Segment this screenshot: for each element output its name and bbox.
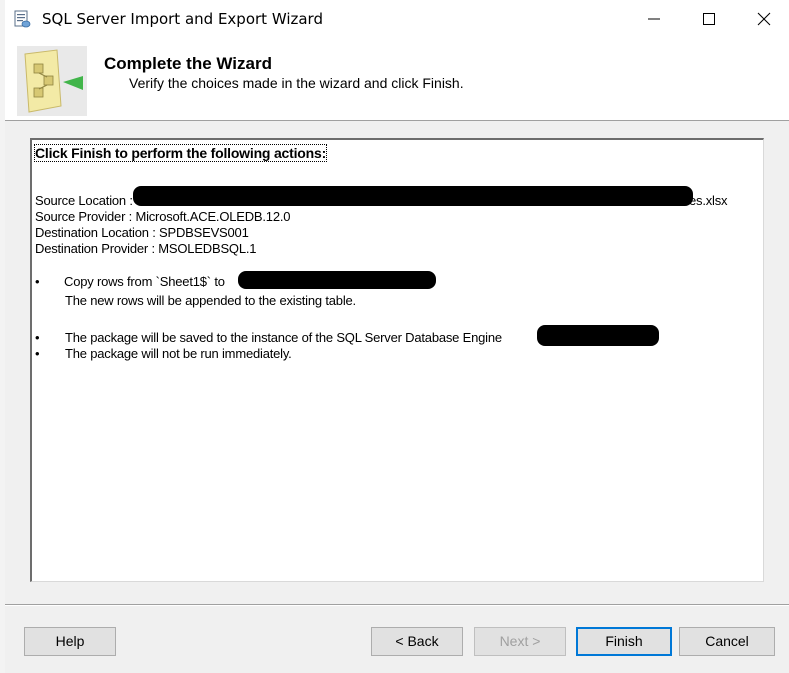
bullet-3-text: The package will not be run immediately. [65, 346, 292, 361]
back-button[interactable]: < Back [371, 627, 463, 656]
source-location-label: Source Location : [35, 193, 133, 208]
wizard-header: Complete the Wizard Verify the choices m… [5, 38, 789, 121]
page-subtitle: Verify the choices made in the wizard an… [129, 75, 464, 91]
redaction-mark [238, 271, 436, 289]
cancel-button[interactable]: Cancel [679, 627, 775, 656]
bullet-1-text: Copy rows from `Sheet1$` to [64, 274, 225, 289]
close-icon [757, 12, 771, 26]
button-separator [5, 604, 789, 606]
bullet-2-glyph: • [35, 330, 40, 345]
source-location-line: Source Location : [35, 193, 133, 209]
minimize-icon [648, 18, 660, 20]
title-bar[interactable]: SQL Server Import and Export Wizard [5, 0, 789, 38]
redaction-mark [133, 186, 693, 206]
destination-provider-line: Destination Provider : MSOLEDBSQL.1 [35, 241, 257, 256]
wizard-window: SQL Server Import and Export Wizard Comp… [5, 0, 789, 673]
source-provider-line: Source Provider : Microsoft.ACE.OLEDB.12… [35, 209, 291, 224]
next-button[interactable]: Next > [474, 627, 566, 656]
bullet-2-text: The package will be saved to the instanc… [65, 330, 502, 345]
bullet-1-glyph: • [35, 274, 40, 289]
source-location-suffix: es.xlsx [689, 193, 728, 208]
bullet-1-detail: The new rows will be appended to the exi… [65, 293, 356, 308]
minimize-button[interactable] [627, 0, 683, 38]
bullet-3-glyph: • [35, 346, 40, 361]
close-button[interactable] [737, 0, 789, 38]
page-title: Complete the Wizard [104, 54, 272, 73]
wizard-app-icon [14, 10, 31, 28]
finish-button[interactable]: Finish [576, 627, 672, 656]
help-button[interactable]: Help [24, 627, 116, 656]
maximize-button[interactable] [682, 0, 738, 38]
wizard-graphic-icon [17, 46, 87, 116]
summary-heading: Click Finish to perform the following ac… [33, 144, 328, 162]
summary-textbox[interactable]: Click Finish to perform the following ac… [30, 138, 764, 582]
destination-location-line: Destination Location : SPDBSEVS001 [35, 225, 249, 240]
redaction-mark [537, 325, 659, 346]
maximize-icon [703, 13, 715, 25]
window-title: SQL Server Import and Export Wizard [42, 10, 323, 28]
